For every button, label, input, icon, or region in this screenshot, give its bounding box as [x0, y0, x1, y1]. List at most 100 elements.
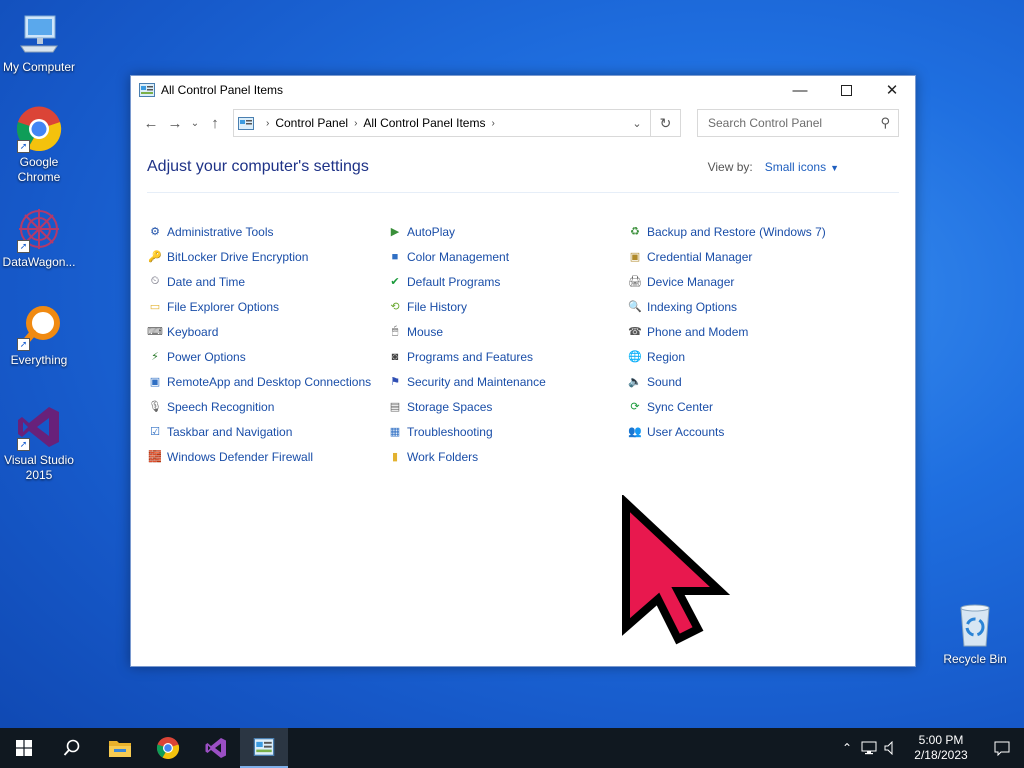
search-taskbar-button[interactable] — [48, 728, 96, 768]
desktop-icon-label: Everything — [10, 353, 68, 367]
desktop-icon-visual-studio[interactable]: ➚ Visual Studio 2015 — [0, 403, 78, 483]
item-file-history[interactable]: ⟲ File History — [387, 294, 627, 319]
firewall-icon: 🧱 — [148, 451, 162, 463]
item-indexing-options[interactable]: 🔍 Indexing Options — [627, 294, 887, 319]
speaker-icon — [884, 741, 893, 755]
action-center-button[interactable] — [980, 728, 1024, 768]
view-by-dropdown[interactable]: Small icons ▼ — [765, 160, 839, 174]
forward-button[interactable]: → — [163, 109, 187, 137]
item-date-time[interactable]: ⏲ Date and Time — [147, 269, 387, 294]
item-sound[interactable]: 🔈 Sound — [627, 369, 887, 394]
arrow-right-icon: → — [167, 114, 183, 132]
clock-date: 2/18/2023 — [914, 748, 968, 762]
item-device-manager[interactable]: 🖨 Device Manager — [627, 269, 887, 294]
item-administrative-tools[interactable]: ⚙ Administrative Tools — [147, 219, 387, 244]
item-label: Speech Recognition — [167, 399, 275, 414]
show-hidden-icons-button[interactable]: ⌃ — [836, 741, 858, 755]
refresh-button[interactable]: ↻ — [651, 109, 681, 137]
file-explorer-taskbar-button[interactable] — [96, 728, 144, 768]
item-storage-spaces[interactable]: ▤ Storage Spaces — [387, 394, 627, 419]
bitlocker-icon: 🔑 — [148, 251, 162, 263]
desktop-icon-datawagon[interactable]: ➚ DataWagon... — [0, 205, 78, 270]
item-color-management[interactable]: ■ Color Management — [387, 244, 627, 269]
desktop-icon-recycle-bin[interactable]: Recycle Bin — [936, 602, 1014, 667]
items-grid: ⚙ Administrative Tools 🔑 BitLocker Drive E… — [147, 219, 899, 469]
breadcrumb-separator-icon[interactable]: › — [354, 118, 357, 129]
item-region[interactable]: 🌐 Region — [627, 344, 887, 369]
breadcrumb-all-items[interactable]: All Control Panel Items — [363, 116, 485, 130]
back-button[interactable]: ← — [139, 109, 163, 137]
search-icon[interactable]: ⚲ — [880, 115, 890, 131]
item-security-maintenance[interactable]: ⚑ Security and Maintenance — [387, 369, 627, 394]
computer-icon — [15, 10, 63, 58]
taskbar: ⌃ 5:00 PM 2/18/2023 — [0, 728, 1024, 768]
taskbar-clock[interactable]: 5:00 PM 2/18/2023 — [902, 733, 980, 763]
item-programs-features[interactable]: ◙ Programs and Features — [387, 344, 627, 369]
color-icon: ■ — [391, 250, 399, 263]
search-box[interactable]: ⚲ — [697, 109, 899, 137]
item-firewall[interactable]: 🧱 Windows Defender Firewall — [147, 444, 387, 469]
item-remoteapp[interactable]: ▣ RemoteApp and Desktop Connections — [147, 369, 387, 394]
item-default-programs[interactable]: ✔ Default Programs — [387, 269, 627, 294]
desktop-icon-label: DataWagon... — [2, 255, 76, 269]
desktop-icon-my-computer[interactable]: My Computer — [0, 10, 78, 75]
up-button[interactable]: ↑ — [203, 109, 227, 137]
view-by-label: View by: — [707, 160, 753, 174]
shortcut-arrow-icon: ➚ — [17, 438, 30, 451]
item-power-options[interactable]: ⚡ Power Options — [147, 344, 387, 369]
title-bar[interactable]: All Control Panel Items — ✕ — [131, 76, 915, 104]
item-label: Region — [647, 349, 686, 364]
maximize-button[interactable] — [823, 76, 869, 104]
shortcut-arrow-icon: ➚ — [17, 140, 30, 153]
item-label: File History — [407, 299, 468, 314]
item-backup-restore[interactable]: ♻ Backup and Restore (Windows 7) — [627, 219, 887, 244]
desktop-icon-google-chrome[interactable]: ➚ Google Chrome — [0, 105, 78, 185]
desktop-icon-everything[interactable]: ➚ Everything — [0, 303, 78, 368]
address-bar[interactable]: › Control Panel › All Control Panel Item… — [233, 109, 651, 137]
address-dropdown-icon[interactable]: ⌄ — [624, 117, 650, 130]
item-work-folders[interactable]: ▮ Work Folders — [387, 444, 627, 469]
recent-locations-button[interactable]: ⌄ — [187, 109, 203, 137]
minimize-button[interactable]: — — [777, 76, 823, 104]
item-taskbar-navigation[interactable]: ☑ Taskbar and Navigation — [147, 419, 387, 444]
breadcrumb-control-panel[interactable]: Control Panel — [275, 116, 348, 130]
item-troubleshooting[interactable]: ▦ Troubleshooting — [387, 419, 627, 444]
item-label: Sound — [647, 374, 682, 389]
file-history-icon: ⟲ — [390, 301, 400, 313]
chrome-taskbar-button[interactable] — [144, 728, 192, 768]
shortcut-arrow-icon: ➚ — [17, 240, 30, 253]
item-keyboard[interactable]: ⌨ Keyboard — [147, 319, 387, 344]
breadcrumb-separator-icon[interactable]: › — [491, 118, 494, 129]
control-panel-icon — [253, 738, 275, 756]
item-bitlocker[interactable]: 🔑 BitLocker Drive Encryption — [147, 244, 387, 269]
item-label: Default Programs — [407, 274, 501, 289]
control-panel-window: All Control Panel Items — ✕ ← → ⌄ ↑ › Co… — [130, 75, 916, 667]
minimize-icon: — — [792, 81, 808, 99]
heading-row: Adjust your computer's settings View by:… — [147, 142, 899, 193]
item-phone-modem[interactable]: ☎ Phone and Modem — [627, 319, 887, 344]
caret-down-icon: ▼ — [830, 163, 839, 173]
volume-button[interactable] — [880, 741, 902, 755]
breadcrumb-separator-icon[interactable]: › — [266, 118, 269, 129]
visual-studio-taskbar-button[interactable] — [192, 728, 240, 768]
close-button[interactable]: ✕ — [869, 76, 915, 104]
folder-options-icon: ▭ — [149, 301, 161, 313]
search-input[interactable] — [706, 115, 881, 131]
item-user-accounts[interactable]: 👥 User Accounts — [627, 419, 887, 444]
start-button[interactable] — [0, 728, 48, 768]
network-button[interactable] — [858, 741, 880, 755]
control-panel-taskbar-button[interactable] — [240, 728, 288, 768]
item-sync-center[interactable]: ⟳ Sync Center — [627, 394, 887, 419]
item-autoplay[interactable]: ▶ AutoPlay — [387, 219, 627, 244]
close-icon: ✕ — [885, 82, 899, 99]
folder-icon — [109, 741, 131, 757]
tools-icon: ⚙ — [150, 226, 160, 238]
autoplay-icon: ▶ — [390, 226, 400, 238]
item-file-explorer-options[interactable]: ▭ File Explorer Options — [147, 294, 387, 319]
item-speech-recognition[interactable]: 🎙 Speech Recognition — [147, 394, 387, 419]
item-mouse[interactable]: 🖱 Mouse — [387, 319, 627, 344]
item-credential-manager[interactable]: ▣ Credential Manager — [627, 244, 887, 269]
arrow-up-icon: ↑ — [211, 114, 219, 132]
desktop-icon-label: Recycle Bin — [943, 652, 1007, 666]
everything-search-icon: ➚ — [15, 303, 63, 351]
